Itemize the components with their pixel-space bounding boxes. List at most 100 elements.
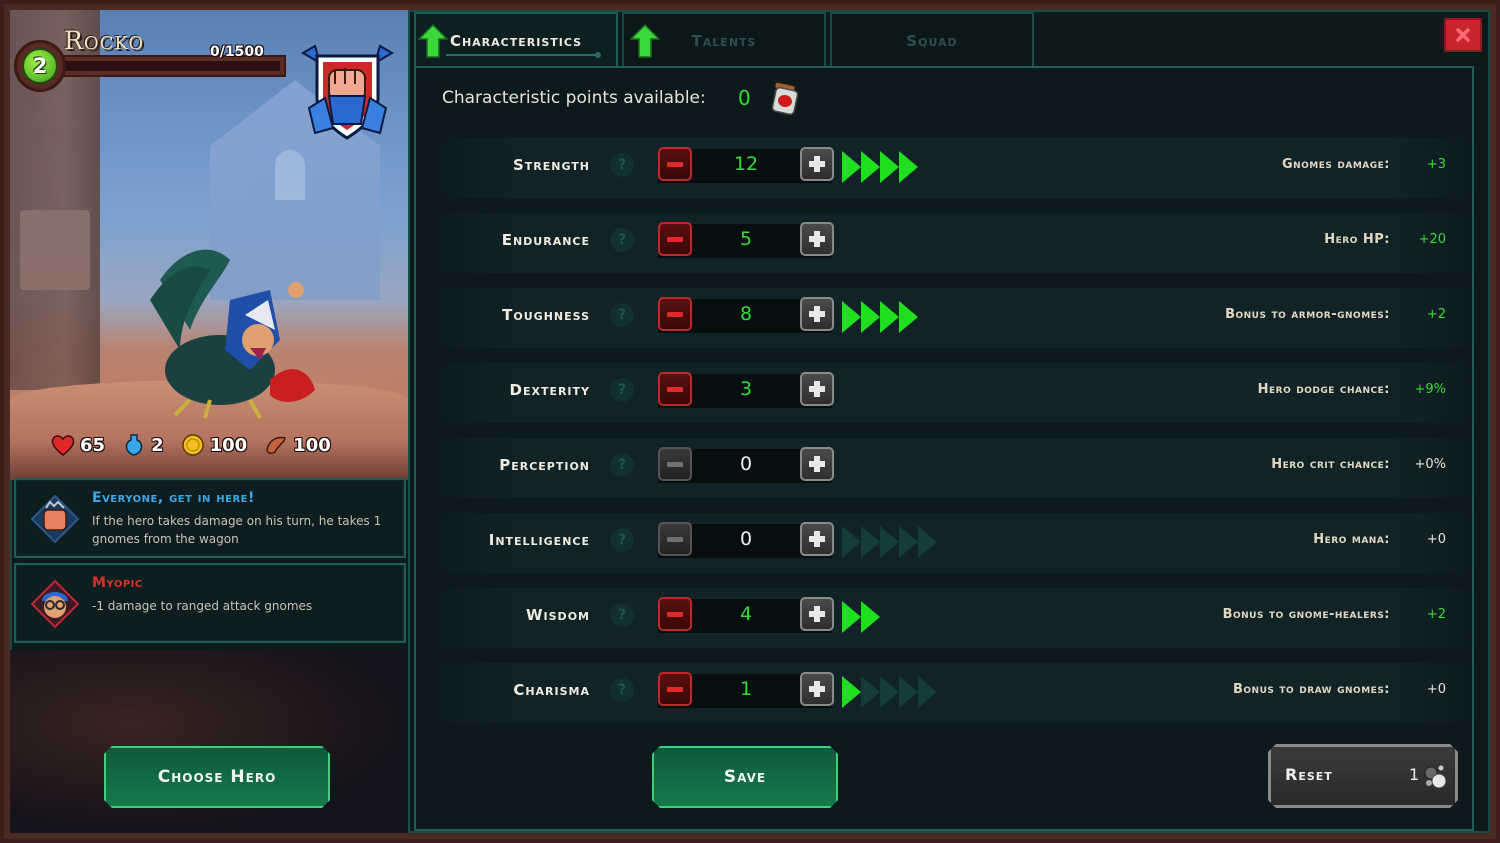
stat-name: Toughness — [502, 306, 590, 324]
tab-bar: Characteristics Talents Squad — [414, 12, 1038, 68]
reset-button[interactable]: Reset 1 — [1268, 744, 1458, 808]
stat-value: 0 — [739, 528, 753, 550]
progress-arrow-filled — [842, 676, 861, 708]
help-icon[interactable]: ? — [610, 603, 634, 627]
bonus-label: Bonus to draw gnomes: — [1233, 682, 1390, 697]
decrease-button[interactable] — [658, 222, 692, 256]
close-icon — [1456, 28, 1470, 42]
points-value: 0 — [738, 86, 751, 110]
plus-icon — [809, 681, 825, 697]
resource-health: 65 — [50, 432, 105, 458]
bonus-value: +2 — [1426, 607, 1446, 622]
progress-arrow-filled — [842, 151, 861, 183]
progress-arrow-filled — [861, 151, 880, 183]
fist-gauntlet-icon — [30, 494, 80, 544]
reset-label: Reset — [1285, 765, 1333, 784]
characteristics-panel: Characteristics Talents Squad Characteri… — [414, 12, 1486, 831]
minus-icon — [667, 686, 683, 692]
help-icon[interactable]: ? — [610, 153, 634, 177]
close-button[interactable] — [1444, 18, 1482, 52]
decrease-button[interactable] — [658, 597, 692, 631]
trait-description: If the hero takes damage on his turn, he… — [92, 514, 382, 546]
increase-button[interactable] — [800, 147, 834, 181]
minus-icon — [667, 161, 683, 167]
progress-arrow-filled — [842, 601, 861, 633]
stat-row-charisma: Charisma ? 1 Bonus to draw gnomes: +0 — [434, 663, 1474, 723]
tab-label: Characteristics — [449, 32, 583, 50]
sausage-icon — [266, 436, 286, 455]
trait-title: Everyone, get in here! — [92, 490, 255, 506]
tab-squad[interactable]: Squad — [830, 12, 1034, 68]
increase-button[interactable] — [800, 597, 834, 631]
health-value: 65 — [80, 434, 106, 456]
bonus-value: +0 — [1426, 532, 1446, 547]
plus-icon — [809, 306, 825, 322]
help-icon[interactable]: ? — [610, 303, 634, 327]
increase-button[interactable] — [800, 297, 834, 331]
increase-button[interactable] — [800, 372, 834, 406]
hero-panel: 2 Rocko 0/1500 65 2 100 100 Everyone, ge… — [10, 10, 410, 833]
decrease-button[interactable] — [658, 147, 692, 181]
stat-progress-arrows — [842, 301, 918, 333]
food-value: 100 — [293, 434, 331, 456]
characteristics-content: Characteristic points available: 0 Stren… — [414, 66, 1474, 831]
stat-name: Strength — [512, 156, 590, 174]
bonus-label: Hero mana: — [1313, 532, 1390, 547]
bonus-value: +3 — [1426, 157, 1446, 172]
minus-icon — [667, 536, 683, 542]
plus-icon — [809, 531, 825, 547]
stat-value: 0 — [739, 453, 753, 475]
increase-button[interactable] — [800, 672, 834, 706]
stat-row-strength: Strength ? 12 Gnomes damage: +3 — [434, 138, 1474, 198]
xp-track — [64, 61, 280, 71]
progress-arrow-filled — [899, 301, 918, 333]
minus-icon — [667, 461, 683, 467]
stat-value: 8 — [739, 303, 753, 325]
tab-talents[interactable]: Talents — [622, 12, 826, 68]
bonus-label: Gnomes damage: — [1281, 157, 1390, 172]
heart-icon — [51, 435, 75, 456]
save-button[interactable]: Save — [652, 746, 838, 808]
help-icon[interactable]: ? — [610, 228, 634, 252]
tab-characteristics[interactable]: Characteristics — [414, 12, 618, 68]
help-icon[interactable]: ? — [610, 453, 634, 477]
trait-title: Myopic — [92, 575, 143, 591]
stat-name: Endurance — [501, 231, 590, 249]
bonus-value: +0% — [1414, 457, 1446, 472]
decrease-button[interactable] — [658, 447, 692, 481]
decrease-button[interactable] — [658, 297, 692, 331]
stat-progress-arrows — [842, 526, 937, 558]
bonus-label: Hero dodge chance: — [1257, 382, 1390, 397]
trait-card[interactable]: Myopic -1 damage to ranged attack gnomes — [14, 563, 406, 643]
stat-name: Perception — [499, 456, 590, 474]
minus-icon — [667, 311, 683, 317]
help-icon[interactable]: ? — [610, 678, 634, 702]
progress-arrow-empty — [918, 526, 937, 558]
increase-button[interactable] — [800, 522, 834, 556]
gold-value: 100 — [209, 434, 248, 456]
hero-resources: 65 2 100 100 — [50, 430, 390, 460]
decrease-button[interactable] — [658, 372, 692, 406]
help-icon[interactable]: ? — [610, 378, 634, 402]
decrease-button[interactable] — [658, 672, 692, 706]
stat-progress-arrows — [842, 676, 937, 708]
reset-count: 1 — [1409, 765, 1420, 784]
increase-button[interactable] — [800, 222, 834, 256]
level-value: 2 — [22, 48, 58, 84]
progress-arrow-empty — [899, 676, 918, 708]
trait-card[interactable]: Everyone, get in here! If the hero takes… — [14, 478, 406, 558]
progress-arrow-empty — [861, 676, 880, 708]
stat-progress-arrows — [842, 601, 880, 633]
gold-coin-icon — [181, 434, 204, 456]
bonus-value: +2 — [1426, 307, 1446, 322]
hero-portrait — [150, 249, 315, 419]
increase-button[interactable] — [800, 447, 834, 481]
stat-name: Charisma — [513, 681, 590, 699]
decrease-button[interactable] — [658, 522, 692, 556]
mana-value: 2 — [151, 434, 164, 456]
stat-row-intelligence: Intelligence ? 0 Hero mana: +0 — [434, 513, 1474, 573]
help-icon[interactable]: ? — [610, 528, 634, 552]
upgrade-arrow-icon — [418, 24, 448, 58]
bonus-label: Bonus to gnome-healers: — [1222, 607, 1390, 622]
choose-hero-button[interactable]: Choose Hero — [104, 746, 330, 808]
